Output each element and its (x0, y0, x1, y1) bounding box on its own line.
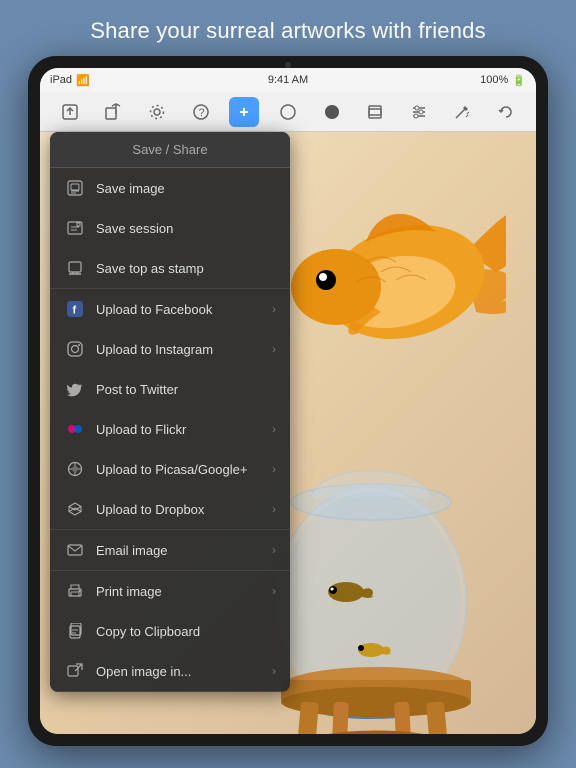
toolbar-settings-icon[interactable] (142, 97, 172, 127)
save-stamp-icon (64, 257, 86, 279)
email-label: Email image (96, 543, 272, 558)
picasa-arrow: › (272, 462, 276, 476)
open-in-arrow: › (272, 664, 276, 678)
toolbar-sliders-icon[interactable] (404, 97, 434, 127)
menu-section-other: Print image › Copy to Clipboard (50, 571, 290, 692)
save-stamp-label: Save top as stamp (96, 261, 276, 276)
clipboard-label: Copy to Clipboard (96, 624, 276, 639)
battery-label: 100% (480, 74, 508, 86)
toolbar-undo-icon[interactable] (491, 97, 521, 127)
toolbar-wand-icon[interactable] (447, 97, 477, 127)
instagram-arrow: › (272, 342, 276, 356)
picasa-label: Upload to Picasa/Google+ (96, 462, 272, 477)
menu-item-save-image[interactable]: Save image (50, 168, 290, 208)
menu-item-clipboard[interactable]: Copy to Clipboard (50, 611, 290, 651)
flickr-icon (64, 418, 86, 440)
ipad-frame: iPad 📶 9:41 AM 100% 🔋 (28, 56, 548, 746)
menu-item-dropbox[interactable]: Upload to Dropbox › (50, 489, 290, 529)
facebook-label: Upload to Facebook (96, 302, 272, 317)
menu-section-social: f Upload to Facebook › Upload to In (50, 289, 290, 530)
menu-section-email: Email image › (50, 530, 290, 571)
toolbar-share-icon[interactable] (98, 97, 128, 127)
email-arrow: › (272, 543, 276, 557)
dropbox-icon (64, 498, 86, 520)
flickr-label: Upload to Flickr (96, 422, 272, 437)
dropbox-label: Upload to Dropbox (96, 502, 272, 517)
battery-icon: 🔋 (512, 74, 526, 87)
flickr-arrow: › (272, 422, 276, 436)
menu-item-picasa[interactable]: Upload to Picasa/Google+ › (50, 449, 290, 489)
save-image-icon (64, 177, 86, 199)
menu-item-print[interactable]: Print image › (50, 571, 290, 611)
save-share-menu: Save / Share Save image (50, 132, 290, 692)
status-bar: iPad 📶 9:41 AM 100% 🔋 (40, 68, 536, 92)
instagram-icon (64, 338, 86, 360)
toolbar-add-icon[interactable] (229, 97, 259, 127)
page-title: Share your surreal artworks with friends (70, 0, 506, 56)
menu-item-email[interactable]: Email image › (50, 530, 290, 570)
svg-text:f: f (73, 305, 77, 317)
twitter-label: Post to Twitter (96, 382, 276, 397)
status-left: iPad 📶 (50, 74, 90, 87)
toolbar-circle-icon[interactable] (273, 97, 303, 127)
menu-item-open-in[interactable]: Open image in... › (50, 651, 290, 691)
ipad-label: iPad (50, 74, 72, 86)
picasa-icon (64, 458, 86, 480)
facebook-arrow: › (272, 302, 276, 316)
facebook-icon: f (64, 298, 86, 320)
ipad-screen: iPad 📶 9:41 AM 100% 🔋 (40, 68, 536, 734)
status-right: 100% 🔋 (480, 74, 526, 87)
status-time: 9:41 AM (268, 74, 308, 86)
email-icon (64, 539, 86, 561)
menu-section-save: Save image Save session (50, 168, 290, 289)
save-image-label: Save image (96, 181, 276, 196)
instagram-label: Upload to Instagram (96, 342, 272, 357)
svg-text:?: ? (198, 107, 204, 119)
menu-item-save-session[interactable]: Save session (50, 208, 290, 248)
toolbar-record-icon[interactable] (317, 97, 347, 127)
save-session-label: Save session (96, 221, 276, 236)
toolbar-export-icon[interactable] (55, 97, 85, 127)
dropbox-arrow: › (272, 502, 276, 516)
open-in-label: Open image in... (96, 664, 272, 679)
open-in-icon (64, 660, 86, 682)
toolbar: ? (40, 92, 536, 132)
twitter-icon (64, 378, 86, 400)
print-arrow: › (272, 584, 276, 598)
print-icon (64, 580, 86, 602)
menu-item-flickr[interactable]: Upload to Flickr › (50, 409, 290, 449)
toolbar-help-icon[interactable]: ? (186, 97, 216, 127)
clipboard-icon (64, 620, 86, 642)
menu-item-instagram[interactable]: Upload to Instagram › (50, 329, 290, 369)
menu-item-facebook[interactable]: f Upload to Facebook › (50, 289, 290, 329)
print-label: Print image (96, 584, 272, 599)
save-session-icon (64, 217, 86, 239)
wifi-icon: 📶 (76, 74, 90, 87)
toolbar-layers-icon[interactable] (360, 97, 390, 127)
menu-title: Save / Share (50, 132, 290, 168)
menu-item-twitter[interactable]: Post to Twitter (50, 369, 290, 409)
menu-item-save-stamp[interactable]: Save top as stamp (50, 248, 290, 288)
